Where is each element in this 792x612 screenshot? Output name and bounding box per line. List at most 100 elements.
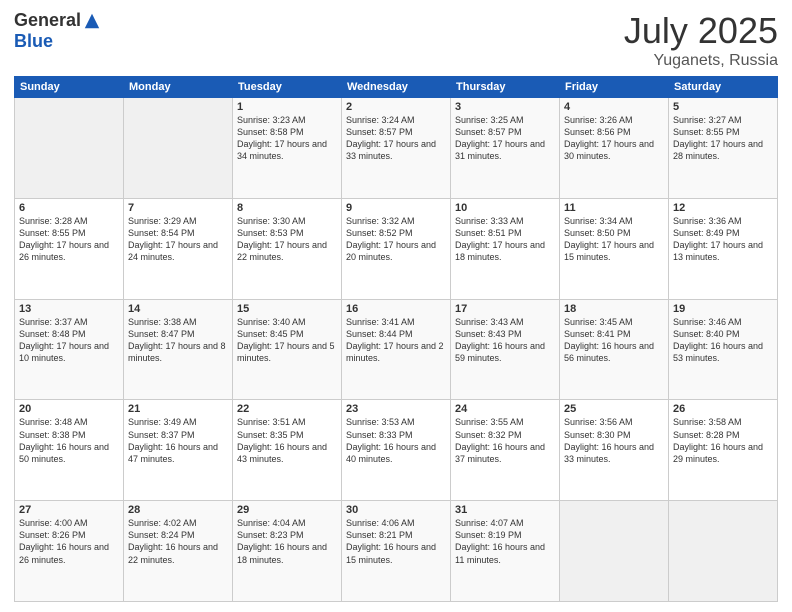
logo-blue-text: Blue (14, 31, 53, 52)
header-wednesday: Wednesday (342, 77, 451, 98)
day-cell: 9Sunrise: 3:32 AMSunset: 8:52 PMDaylight… (342, 198, 451, 299)
day-number: 20 (19, 403, 119, 415)
day-number: 9 (346, 202, 446, 214)
day-cell: 1Sunrise: 3:23 AMSunset: 8:58 PMDaylight… (233, 98, 342, 199)
header: General Blue July 2025 Yuganets, Russia (14, 10, 778, 70)
header-saturday: Saturday (669, 77, 778, 98)
day-info: Sunrise: 4:07 AMSunset: 8:19 PMDaylight:… (455, 517, 555, 566)
day-info: Sunrise: 4:04 AMSunset: 8:23 PMDaylight:… (237, 517, 337, 566)
day-number: 22 (237, 403, 337, 415)
day-number: 23 (346, 403, 446, 415)
day-number: 19 (673, 303, 773, 315)
day-info: Sunrise: 3:25 AMSunset: 8:57 PMDaylight:… (455, 114, 555, 163)
header-monday: Monday (124, 77, 233, 98)
day-number: 18 (564, 303, 664, 315)
day-info: Sunrise: 3:32 AMSunset: 8:52 PMDaylight:… (346, 215, 446, 264)
day-number: 30 (346, 504, 446, 516)
week-row-2: 6Sunrise: 3:28 AMSunset: 8:55 PMDaylight… (15, 198, 778, 299)
day-number: 3 (455, 101, 555, 113)
day-cell: 25Sunrise: 3:56 AMSunset: 8:30 PMDayligh… (560, 400, 669, 501)
header-tuesday: Tuesday (233, 77, 342, 98)
day-cell: 24Sunrise: 3:55 AMSunset: 8:32 PMDayligh… (451, 400, 560, 501)
day-number: 14 (128, 303, 228, 315)
day-number: 21 (128, 403, 228, 415)
header-friday: Friday (560, 77, 669, 98)
day-cell: 23Sunrise: 3:53 AMSunset: 8:33 PMDayligh… (342, 400, 451, 501)
day-number: 2 (346, 101, 446, 113)
day-cell: 11Sunrise: 3:34 AMSunset: 8:50 PMDayligh… (560, 198, 669, 299)
day-cell: 20Sunrise: 3:48 AMSunset: 8:38 PMDayligh… (15, 400, 124, 501)
day-number: 16 (346, 303, 446, 315)
day-info: Sunrise: 3:49 AMSunset: 8:37 PMDaylight:… (128, 416, 228, 465)
day-cell: 29Sunrise: 4:04 AMSunset: 8:23 PMDayligh… (233, 501, 342, 602)
day-info: Sunrise: 3:36 AMSunset: 8:49 PMDaylight:… (673, 215, 773, 264)
day-info: Sunrise: 3:41 AMSunset: 8:44 PMDaylight:… (346, 316, 446, 365)
day-info: Sunrise: 3:23 AMSunset: 8:58 PMDaylight:… (237, 114, 337, 163)
day-info: Sunrise: 3:43 AMSunset: 8:43 PMDaylight:… (455, 316, 555, 365)
day-number: 27 (19, 504, 119, 516)
logo: General Blue (14, 10, 101, 52)
day-info: Sunrise: 3:38 AMSunset: 8:47 PMDaylight:… (128, 316, 228, 365)
logo-general-text: General (14, 10, 81, 31)
day-cell: 8Sunrise: 3:30 AMSunset: 8:53 PMDaylight… (233, 198, 342, 299)
day-cell: 14Sunrise: 3:38 AMSunset: 8:47 PMDayligh… (124, 299, 233, 400)
day-number: 26 (673, 403, 773, 415)
day-info: Sunrise: 3:29 AMSunset: 8:54 PMDaylight:… (128, 215, 228, 264)
day-number: 6 (19, 202, 119, 214)
day-info: Sunrise: 3:53 AMSunset: 8:33 PMDaylight:… (346, 416, 446, 465)
day-info: Sunrise: 3:48 AMSunset: 8:38 PMDaylight:… (19, 416, 119, 465)
day-cell: 27Sunrise: 4:00 AMSunset: 8:26 PMDayligh… (15, 501, 124, 602)
week-row-5: 27Sunrise: 4:00 AMSunset: 8:26 PMDayligh… (15, 501, 778, 602)
day-info: Sunrise: 3:28 AMSunset: 8:55 PMDaylight:… (19, 215, 119, 264)
day-header-row: Sunday Monday Tuesday Wednesday Thursday… (15, 77, 778, 98)
day-cell: 2Sunrise: 3:24 AMSunset: 8:57 PMDaylight… (342, 98, 451, 199)
day-cell: 21Sunrise: 3:49 AMSunset: 8:37 PMDayligh… (124, 400, 233, 501)
logo-icon (83, 12, 101, 30)
day-cell (15, 98, 124, 199)
day-info: Sunrise: 3:56 AMSunset: 8:30 PMDaylight:… (564, 416, 664, 465)
day-cell: 30Sunrise: 4:06 AMSunset: 8:21 PMDayligh… (342, 501, 451, 602)
day-cell: 7Sunrise: 3:29 AMSunset: 8:54 PMDaylight… (124, 198, 233, 299)
day-cell: 5Sunrise: 3:27 AMSunset: 8:55 PMDaylight… (669, 98, 778, 199)
day-cell: 15Sunrise: 3:40 AMSunset: 8:45 PMDayligh… (233, 299, 342, 400)
calendar-table: Sunday Monday Tuesday Wednesday Thursday… (14, 76, 778, 602)
day-info: Sunrise: 3:30 AMSunset: 8:53 PMDaylight:… (237, 215, 337, 264)
week-row-3: 13Sunrise: 3:37 AMSunset: 8:48 PMDayligh… (15, 299, 778, 400)
day-cell: 16Sunrise: 3:41 AMSunset: 8:44 PMDayligh… (342, 299, 451, 400)
title-block: July 2025 Yuganets, Russia (624, 10, 778, 70)
day-cell: 28Sunrise: 4:02 AMSunset: 8:24 PMDayligh… (124, 501, 233, 602)
day-cell: 17Sunrise: 3:43 AMSunset: 8:43 PMDayligh… (451, 299, 560, 400)
day-number: 11 (564, 202, 664, 214)
day-cell: 19Sunrise: 3:46 AMSunset: 8:40 PMDayligh… (669, 299, 778, 400)
day-number: 7 (128, 202, 228, 214)
day-info: Sunrise: 4:06 AMSunset: 8:21 PMDaylight:… (346, 517, 446, 566)
title-location: Yuganets, Russia (624, 52, 778, 70)
week-row-4: 20Sunrise: 3:48 AMSunset: 8:38 PMDayligh… (15, 400, 778, 501)
day-info: Sunrise: 3:24 AMSunset: 8:57 PMDaylight:… (346, 114, 446, 163)
page: General Blue July 2025 Yuganets, Russia … (0, 0, 792, 612)
week-row-1: 1Sunrise: 3:23 AMSunset: 8:58 PMDaylight… (15, 98, 778, 199)
day-cell: 31Sunrise: 4:07 AMSunset: 8:19 PMDayligh… (451, 501, 560, 602)
header-thursday: Thursday (451, 77, 560, 98)
day-cell (669, 501, 778, 602)
day-number: 17 (455, 303, 555, 315)
day-cell: 10Sunrise: 3:33 AMSunset: 8:51 PMDayligh… (451, 198, 560, 299)
day-number: 5 (673, 101, 773, 113)
day-number: 24 (455, 403, 555, 415)
day-info: Sunrise: 3:26 AMSunset: 8:56 PMDaylight:… (564, 114, 664, 163)
day-info: Sunrise: 3:37 AMSunset: 8:48 PMDaylight:… (19, 316, 119, 365)
day-number: 29 (237, 504, 337, 516)
day-cell (124, 98, 233, 199)
day-number: 12 (673, 202, 773, 214)
day-info: Sunrise: 3:55 AMSunset: 8:32 PMDaylight:… (455, 416, 555, 465)
day-cell: 13Sunrise: 3:37 AMSunset: 8:48 PMDayligh… (15, 299, 124, 400)
day-cell: 6Sunrise: 3:28 AMSunset: 8:55 PMDaylight… (15, 198, 124, 299)
header-sunday: Sunday (15, 77, 124, 98)
day-cell: 22Sunrise: 3:51 AMSunset: 8:35 PMDayligh… (233, 400, 342, 501)
day-info: Sunrise: 4:00 AMSunset: 8:26 PMDaylight:… (19, 517, 119, 566)
day-info: Sunrise: 3:40 AMSunset: 8:45 PMDaylight:… (237, 316, 337, 365)
day-cell (560, 501, 669, 602)
day-number: 4 (564, 101, 664, 113)
day-number: 25 (564, 403, 664, 415)
day-number: 10 (455, 202, 555, 214)
